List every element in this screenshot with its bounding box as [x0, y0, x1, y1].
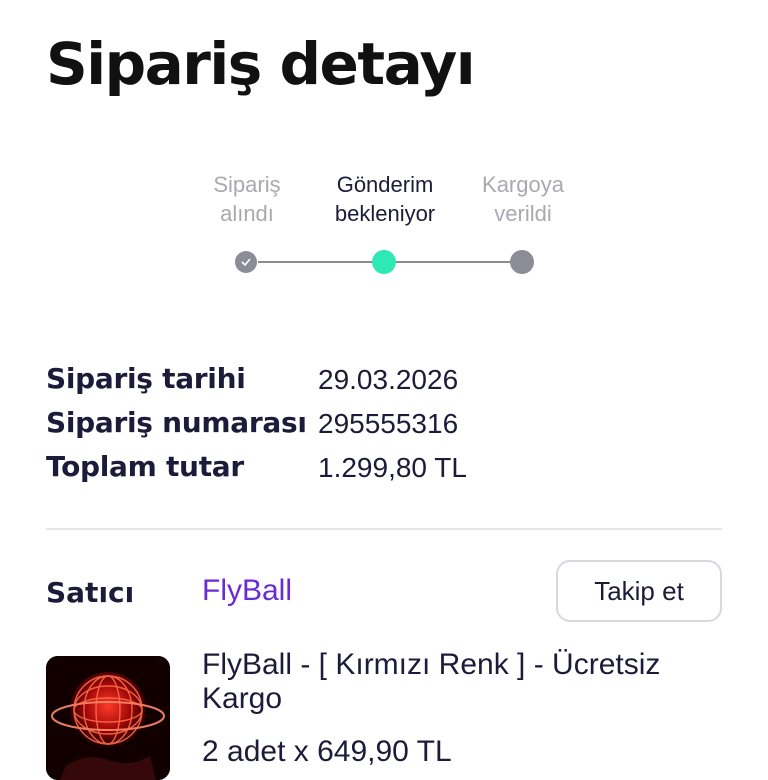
seller-name-link[interactable]: FlyBall	[202, 574, 292, 608]
order-number-value: 295555316	[318, 408, 459, 439]
order-total-label: Toplam tutar	[46, 450, 244, 483]
step-connector-1	[258, 261, 374, 263]
divider	[46, 528, 722, 530]
seller-label: Satıcı	[46, 576, 135, 609]
step-completed-check-icon	[235, 251, 257, 273]
order-total-value: 1.299,80 TL	[318, 452, 467, 483]
red-glowing-orb-ball-icon	[46, 656, 170, 780]
follow-seller-button[interactable]: Takip et	[556, 560, 722, 622]
page-title: Sipariş detayı	[46, 30, 476, 98]
product-quantity-price: 2 adet x 649,90 TL	[202, 735, 452, 768]
order-number-label: Sipariş numarası	[46, 406, 307, 439]
step-shipped-label: Kargoya verildi	[438, 170, 608, 228]
order-number-row: Sipariş numarası 295555316	[46, 406, 726, 446]
product-image[interactable]	[46, 656, 170, 780]
step-pending-dot	[510, 250, 534, 274]
step-connector-2	[396, 261, 512, 263]
order-date-value: 29.03.2026	[318, 364, 459, 395]
order-status-stepper: Sipariş alındı Gönderim bekleniyor Kargo…	[0, 170, 768, 280]
step-shipped-line1: Kargoya	[482, 172, 564, 197]
order-date-label: Sipariş tarihi	[46, 362, 246, 395]
step-current-dot	[372, 250, 396, 274]
product-name[interactable]: FlyBall - [ Kırmızı Renk ] - Ücretsiz Ka…	[202, 648, 722, 716]
order-total-row: Toplam tutar 1.299,80 TL	[46, 450, 726, 490]
step-shipped-line2: verildi	[494, 201, 552, 226]
order-date-row: Sipariş tarihi 29.03.2026	[46, 362, 726, 402]
